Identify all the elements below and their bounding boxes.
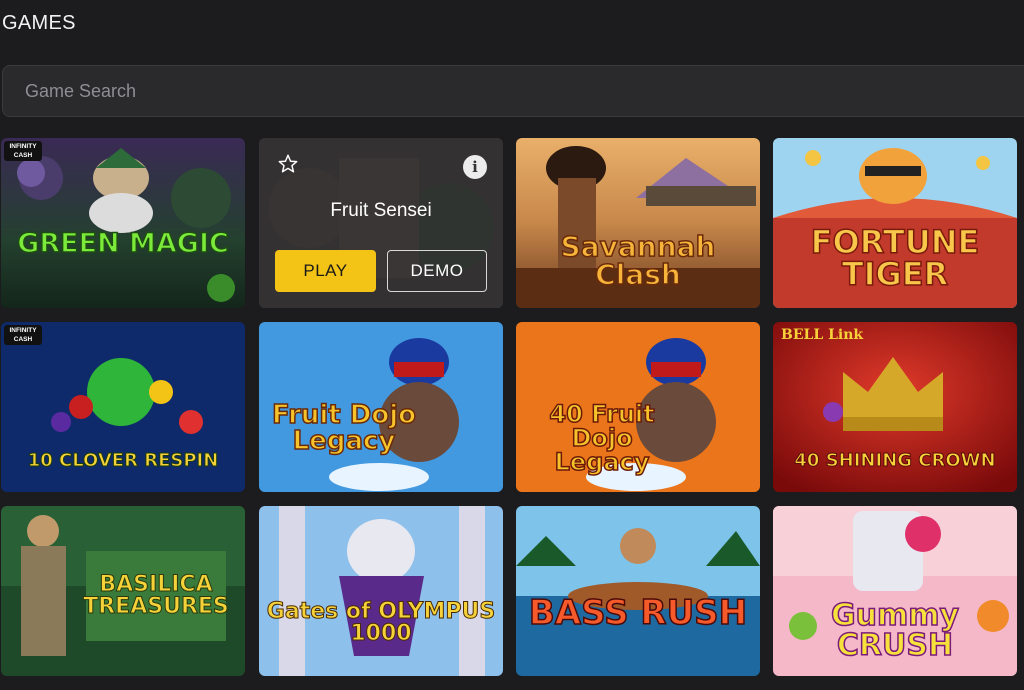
game-tile-fruit-dojo-legacy[interactable]: Fruit Dojo Legacy bbox=[259, 322, 503, 492]
game-tile-gates-of-olympus-1000[interactable]: Gates of OLYMPUS 1000 bbox=[259, 506, 503, 676]
games-grid: GREEN MAGIC INFINITY CASH i Fruit Sensei… bbox=[0, 0, 1024, 690]
game-title: BASS RUSH bbox=[528, 593, 748, 633]
game-tile-bass-rush[interactable]: BASS RUSH bbox=[516, 506, 760, 676]
game-tile-fortune-tiger[interactable]: FORTUNE TIGER bbox=[773, 138, 1017, 308]
infinity-cash-badge: INFINITY CASH bbox=[4, 325, 42, 345]
demo-button[interactable]: DEMO bbox=[387, 250, 487, 292]
game-tile-40-fruit-dojo-legacy[interactable]: 40 Fruit Dojo Legacy bbox=[516, 322, 760, 492]
game-tile-fruit-sensei[interactable]: i Fruit Sensei PLAY DEMO bbox=[259, 138, 503, 308]
infinity-cash-badge: INFINITY CASH bbox=[4, 141, 42, 161]
game-tile-10-clover-respin[interactable]: 10 CLOVER RESPIN INFINITY CASH bbox=[1, 322, 245, 492]
game-title: 10 CLOVER RESPIN bbox=[27, 450, 219, 471]
game-title: Fruit Sensei bbox=[330, 200, 432, 221]
game-title: Fruit Dojo Legacy bbox=[271, 400, 417, 456]
bell-link-logo: BELL Link bbox=[781, 327, 864, 343]
play-button[interactable]: PLAY bbox=[275, 250, 376, 292]
game-thumbnail bbox=[516, 506, 760, 676]
game-tile-green-magic[interactable]: GREEN MAGIC INFINITY CASH bbox=[1, 138, 245, 308]
game-tile-savannah-clash[interactable]: Savannah Clash bbox=[516, 138, 760, 308]
game-thumbnail bbox=[1, 138, 245, 308]
game-title: Savannah Clash bbox=[560, 230, 716, 291]
game-tile-gummy-crush[interactable]: Gummy CRUSH bbox=[773, 506, 1017, 676]
game-title: Gates of OLYMPUS 1000 bbox=[266, 599, 496, 646]
game-title: Gummy CRUSH bbox=[830, 598, 960, 663]
game-tile-40-shining-crown[interactable]: BELL Link 40 SHINING CROWN bbox=[773, 322, 1017, 492]
game-title: 40 SHINING CROWN bbox=[794, 450, 996, 471]
game-title: FORTUNE TIGER bbox=[810, 223, 980, 293]
game-thumbnail bbox=[259, 506, 503, 676]
game-tile-basilica-treasures[interactable]: BASILICA TREASURES bbox=[1, 506, 245, 676]
game-title: BASILICA TREASURES bbox=[83, 572, 230, 619]
game-title: GREEN MAGIC bbox=[16, 228, 229, 259]
info-icon[interactable]: i bbox=[463, 155, 487, 179]
game-title: 40 Fruit Dojo Legacy bbox=[549, 400, 656, 476]
favorite-star-icon[interactable] bbox=[277, 153, 299, 175]
